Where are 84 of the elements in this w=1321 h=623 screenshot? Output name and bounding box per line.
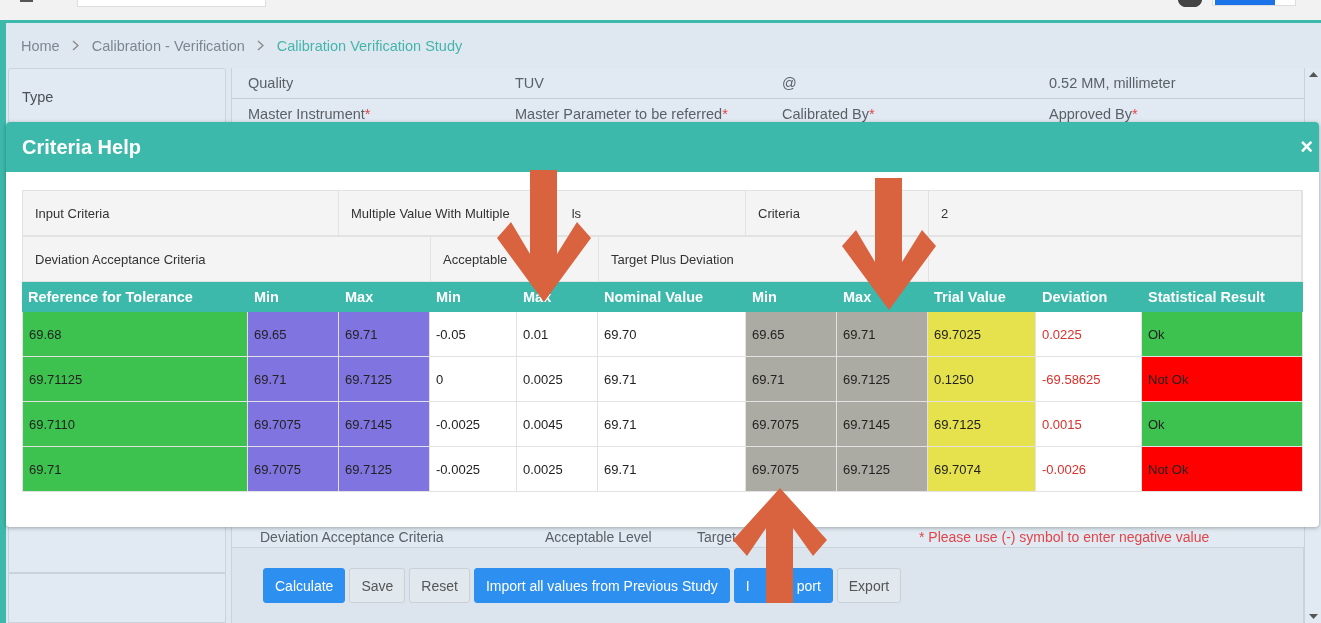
- table-cell: 69.65: [746, 312, 837, 357]
- table-cell: 69.71: [598, 357, 746, 402]
- column-header: Min: [746, 282, 837, 312]
- table-cell: 69.71: [837, 312, 928, 357]
- table-cell: 0.0045: [517, 402, 598, 447]
- chevron-icon: [256, 40, 265, 51]
- action-button[interactable]: Export: [836, 568, 902, 603]
- table-cell: 69.7075: [746, 447, 837, 492]
- table-cell: Not Ok: [1142, 357, 1303, 402]
- action-button[interactable]: Import all values from Previous Study: [473, 568, 730, 603]
- form-label: 0.52 MM, millimeter: [1049, 75, 1177, 91]
- table-cell: 69.70: [598, 312, 746, 357]
- table-cell: 0.0225: [1036, 312, 1142, 357]
- modal-title: Criteria Help: [22, 135, 141, 159]
- breadcrumb-current: Calibration Verification Study: [276, 37, 463, 54]
- table-cell: 69.7125: [837, 357, 928, 402]
- table-cell: 69.71: [22, 447, 248, 492]
- scroll-down-icon[interactable]: [1308, 614, 1318, 619]
- table-cell: 69.68: [22, 312, 248, 357]
- action-button[interactable]: Save: [349, 568, 406, 603]
- menu-icon[interactable]: [20, 0, 33, 4]
- table-cell: 0.0025: [517, 357, 598, 402]
- form-label: TUV: [515, 75, 545, 91]
- column-header: Min: [430, 282, 517, 312]
- table-cell: 69.71: [746, 357, 837, 402]
- form-label: Deviation Acceptance Criteria: [260, 529, 445, 545]
- table-cell: 0.0025: [517, 447, 598, 492]
- table-cell: 69.7074: [928, 447, 1036, 492]
- table-cell: -0.0025: [430, 447, 517, 492]
- table-cell: 69.71: [598, 447, 746, 492]
- form-label: @: [782, 75, 798, 91]
- table-cell: 69.7075: [248, 402, 339, 447]
- form-label: Target: [697, 529, 737, 545]
- form-label: Quality: [248, 75, 295, 91]
- table-cell: 69.7025: [928, 312, 1036, 357]
- action-button[interactable]: Calculate: [263, 568, 346, 603]
- table-cell: -69.58625: [1036, 357, 1142, 402]
- hint-text: * Please use (-) symbol to enter negative value: [919, 529, 1211, 545]
- table-cell: 69.7075: [248, 447, 339, 492]
- column-header: Max: [339, 282, 430, 312]
- search-field[interactable]: [77, 0, 266, 7]
- table-cell: 0.0015: [1036, 402, 1142, 447]
- table-cell: 69.7125: [928, 402, 1036, 447]
- column-header: Min: [248, 282, 339, 312]
- breadcrumb-link[interactable]: Home: [21, 37, 60, 54]
- table-cell: Not Ok: [1142, 447, 1303, 492]
- table-cell: 69.71: [339, 312, 430, 357]
- breadcrumb-link[interactable]: Calibration - Verification: [91, 37, 245, 54]
- action-button[interactable]: Reset: [409, 568, 470, 603]
- column-header: Reference for Tolerance: [22, 282, 248, 312]
- table-cell: -0.05: [430, 312, 517, 357]
- table-cell: 0.01: [517, 312, 598, 357]
- sidebar-label: Type: [22, 89, 54, 105]
- chevron-icon: [71, 40, 80, 51]
- table-cell: Ok: [1142, 312, 1303, 357]
- table-cell: 69.7125: [339, 447, 430, 492]
- table-cell: 69.7145: [837, 402, 928, 447]
- table-cell: 69.7125: [837, 447, 928, 492]
- table-cell: 69.71125: [22, 357, 248, 402]
- scroll-up-icon[interactable]: [1308, 72, 1318, 77]
- table-cell: 69.71: [248, 357, 339, 402]
- table-cell: 0.1250: [928, 357, 1036, 402]
- close-button[interactable]: ×: [1298, 136, 1315, 158]
- form-label: Acceptable Level: [545, 529, 653, 545]
- table-cell: 69.7075: [746, 402, 837, 447]
- table-cell: Ok: [1142, 402, 1303, 447]
- form-label: Master Parameter to be referred*: [515, 106, 729, 122]
- form-label: Calibrated By*: [782, 106, 876, 122]
- profile-banner[interactable]: [1212, 0, 1296, 6]
- table-cell: 0: [430, 357, 517, 402]
- form-label: Approved By*: [1049, 106, 1139, 122]
- table-cell: 69.7125: [339, 357, 430, 402]
- form-label: Master Instrument*: [248, 106, 372, 122]
- table-cell: -0.0026: [1036, 447, 1142, 492]
- column-header: Nominal Value: [598, 282, 746, 312]
- table-cell: 69.7110: [22, 402, 248, 447]
- table-cell: 69.65: [248, 312, 339, 357]
- table-cell: -0.0025: [430, 402, 517, 447]
- avatar-icon[interactable]: [1178, 0, 1202, 7]
- column-header: Deviation: [1036, 282, 1142, 312]
- column-header: Trial Value: [928, 282, 1036, 312]
- column-header: Statistical Result: [1142, 282, 1303, 312]
- table-cell: 69.7145: [339, 402, 430, 447]
- table-cell: 69.71: [598, 402, 746, 447]
